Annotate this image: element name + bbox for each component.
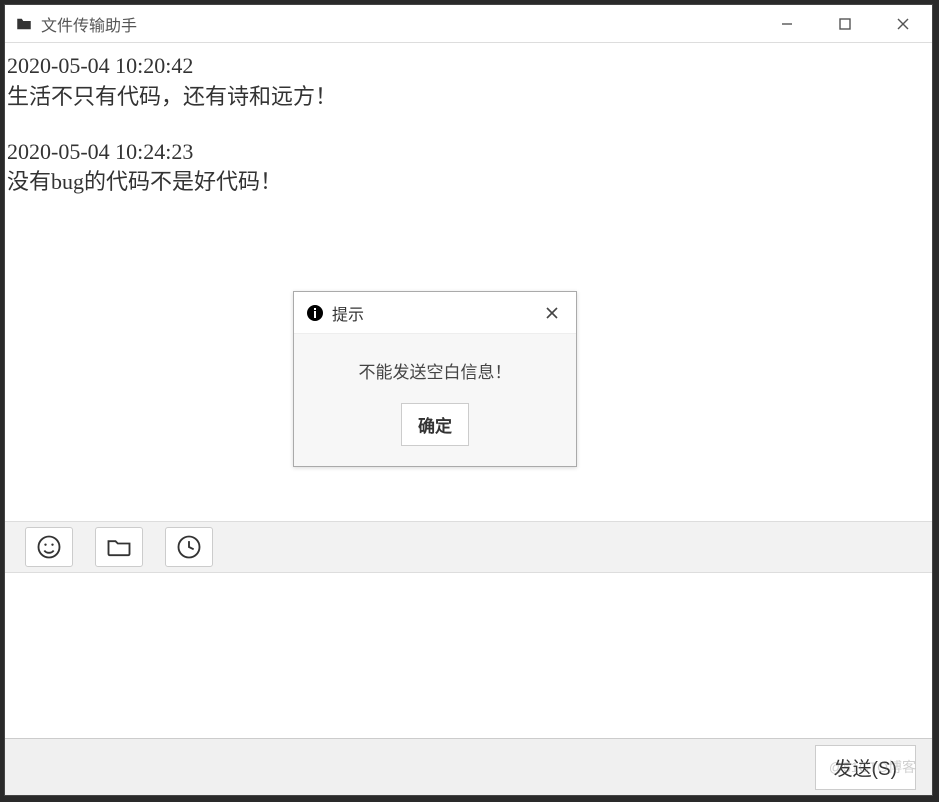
history-button[interactable] — [165, 527, 213, 567]
message-block: 2020-05-04 10:24:23 没有bug的代码不是好代码！ — [7, 137, 930, 199]
message-timestamp: 2020-05-04 10:24:23 — [7, 137, 930, 168]
info-icon — [306, 304, 324, 322]
file-button[interactable] — [95, 527, 143, 567]
titlebar: 文件传输助手 — [5, 5, 932, 43]
chat-window: 文件传输助手 2020-05-04 10:20:42 生活不只有代码，还有诗和远… — [4, 4, 933, 796]
close-icon — [545, 306, 559, 320]
send-bar: 发送(S) — [5, 739, 932, 795]
folder-icon — [105, 533, 133, 561]
message-input[interactable] — [5, 573, 932, 739]
message-text: 生活不只有代码，还有诗和远方！ — [7, 82, 930, 113]
dialog-close-button[interactable] — [540, 301, 564, 325]
alert-dialog: 提示 不能发送空白信息！ 确定 — [293, 291, 577, 467]
emoji-icon — [35, 533, 63, 561]
folder-icon — [15, 15, 33, 33]
dialog-body: 不能发送空白信息！ 确定 — [294, 334, 576, 466]
dialog-title: 提示 — [332, 301, 540, 325]
dialog-ok-button[interactable]: 确定 — [401, 403, 469, 446]
send-button[interactable]: 发送(S) — [815, 745, 916, 790]
message-text: 没有bug的代码不是好代码！ — [7, 167, 930, 198]
minimize-button[interactable] — [758, 5, 816, 42]
message-block: 2020-05-04 10:20:42 生活不只有代码，还有诗和远方！ — [7, 51, 930, 113]
close-button[interactable] — [874, 5, 932, 42]
window-controls — [758, 5, 932, 42]
maximize-button[interactable] — [816, 5, 874, 42]
dialog-message: 不能发送空白信息！ — [306, 358, 564, 383]
message-timestamp: 2020-05-04 10:20:42 — [7, 51, 930, 82]
clock-icon — [175, 533, 203, 561]
input-toolbar — [5, 521, 932, 573]
window-title: 文件传输助手 — [41, 12, 758, 36]
dialog-header: 提示 — [294, 292, 576, 334]
emoji-button[interactable] — [25, 527, 73, 567]
